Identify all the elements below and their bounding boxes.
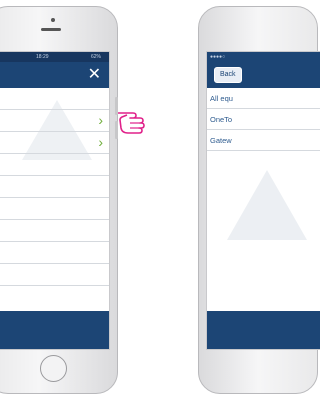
list-row[interactable]: › [0, 132, 109, 154]
background-watermark [227, 170, 307, 240]
list-item-all-equipment[interactable]: All equ [207, 88, 320, 109]
close-icon[interactable]: ✕ [88, 65, 101, 85]
list-row[interactable] [0, 264, 109, 286]
earpiece-speaker [41, 28, 61, 31]
navigation-bar: Back [207, 62, 320, 88]
chevron-right-icon: › [98, 112, 103, 128]
list-row[interactable] [0, 88, 109, 110]
equipment-list: All equ OneTo Gatew [207, 88, 320, 151]
pointing-hand-icon [118, 112, 145, 134]
list-row[interactable] [0, 220, 109, 242]
status-bar: 18:29 62% [0, 52, 109, 62]
right-phone: ●●●●○ Back All equ OneTo Gatew [198, 6, 320, 394]
back-button[interactable]: Back [214, 67, 242, 83]
bottom-bar [0, 311, 109, 349]
list-row[interactable]: › [0, 110, 109, 132]
list-item-gateway[interactable]: Gatew [207, 130, 320, 151]
settings-list: › › [0, 88, 109, 286]
status-bar: ●●●●○ [207, 52, 320, 62]
left-phone: 18:29 62% ✕ › › [0, 6, 118, 394]
list-row[interactable] [0, 198, 109, 220]
bottom-bar [207, 311, 320, 349]
right-screen: ●●●●○ Back All equ OneTo Gatew [206, 51, 320, 350]
status-battery: 62% [90, 54, 101, 60]
status-time: 18:29 [36, 54, 49, 60]
list-row[interactable] [0, 154, 109, 176]
list-row[interactable] [0, 176, 109, 198]
left-screen: 18:29 62% ✕ › › [0, 51, 110, 350]
home-button[interactable] [40, 355, 67, 382]
navigation-bar: ✕ [0, 62, 109, 88]
list-row[interactable] [0, 242, 109, 264]
list-item-onetouch[interactable]: OneTo [207, 109, 320, 130]
front-camera [51, 18, 55, 22]
chevron-right-icon: › [98, 134, 103, 150]
